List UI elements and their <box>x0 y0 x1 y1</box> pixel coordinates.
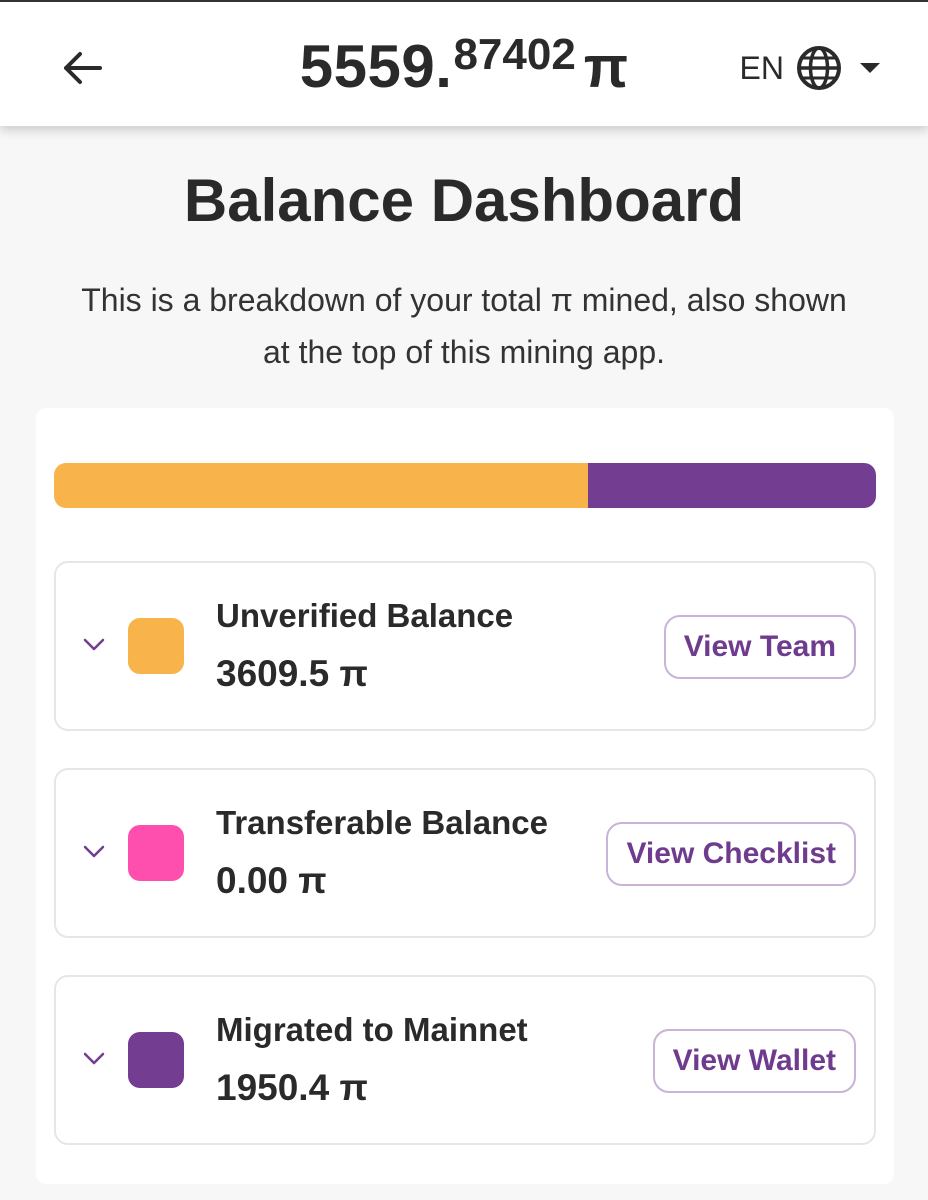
bar-segment <box>587 463 876 508</box>
view-wallet-button[interactable]: View Wallet <box>652 1029 856 1093</box>
caret-down-icon <box>860 63 880 73</box>
balance-row-transferable[interactable]: Transferable Balance 0.00 π View Checkli… <box>54 768 876 938</box>
expand-toggle[interactable] <box>80 631 108 659</box>
view-team-button[interactable]: View Team <box>663 615 856 679</box>
bar-segment <box>54 463 588 508</box>
color-swatch <box>128 618 184 674</box>
globe-icon <box>797 46 841 90</box>
balance-value: 1950.4 π <box>216 1067 368 1108</box>
pi-symbol: π <box>583 35 629 100</box>
chevron-down-icon <box>83 638 105 651</box>
balance-breakdown-bar <box>54 463 876 508</box>
balance-integer: 5559. <box>299 33 453 100</box>
chevron-down-icon <box>83 1052 105 1065</box>
page-title: Balance Dashboard <box>183 167 745 234</box>
balance-row-unverified[interactable]: Unverified Balance 3609.5 π View Team <box>54 561 876 731</box>
balance-decimal: 87402 <box>453 30 576 79</box>
balance-label: Unverified Balance <box>216 597 514 634</box>
color-swatch <box>128 1032 184 1088</box>
view-checklist-button[interactable]: View Checklist <box>606 822 856 886</box>
balance-label: Migrated to Mainnet <box>216 1011 528 1048</box>
top-bar: 5559.87402 π EN <box>0 0 928 126</box>
language-code: EN <box>739 49 784 86</box>
balance-breakdown-card: Unverified Balance 3609.5 π View Team Tr… <box>36 408 894 1184</box>
color-swatch <box>128 825 184 881</box>
expand-toggle[interactable] <box>80 1045 108 1073</box>
chevron-down-icon <box>83 845 105 858</box>
balance-label: Transferable Balance <box>216 804 548 841</box>
language-selector[interactable]: EN <box>740 42 880 94</box>
balance-dashboard-page: Balance Dashboard This is a breakdown of… <box>0 126 928 1200</box>
page-subtitle: This is a breakdown of your total π mine… <box>81 282 847 370</box>
balance-value: 0.00 π <box>216 860 327 901</box>
balance-value: 3609.5 π <box>216 653 368 694</box>
expand-toggle[interactable] <box>80 838 108 866</box>
balance-row-mainnet[interactable]: Migrated to Mainnet 1950.4 π View Wallet <box>54 975 876 1145</box>
